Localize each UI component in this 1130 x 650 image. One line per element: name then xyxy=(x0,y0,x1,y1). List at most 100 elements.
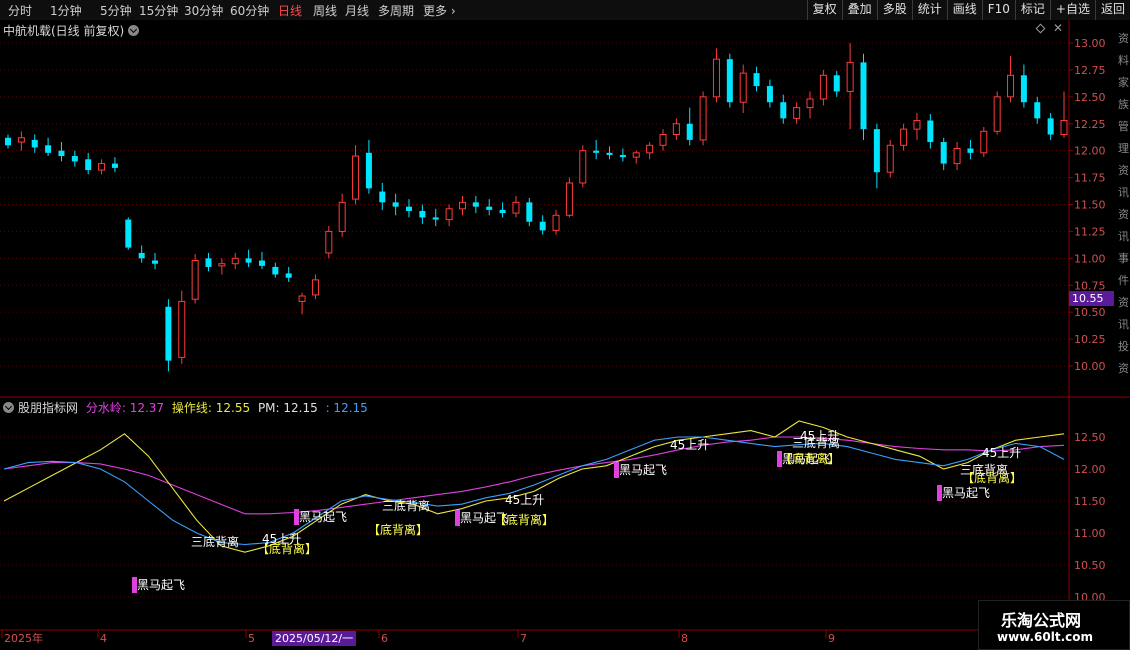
price-axis-label: 10.25 xyxy=(1074,333,1106,346)
candle-body xyxy=(512,201,520,214)
candle-body xyxy=(632,152,640,158)
candle-body xyxy=(272,266,279,275)
candle-body xyxy=(58,150,65,157)
candle-body xyxy=(873,129,880,173)
indicator-axis-label: 10.50 xyxy=(1074,559,1106,572)
side-info-panel[interactable]: 资料家族管理资讯资讯事件资讯投资 xyxy=(1118,28,1130,380)
candle-body xyxy=(659,134,667,146)
candle-body xyxy=(71,156,78,162)
legend-blue-line: : 12.15 xyxy=(325,401,368,415)
candle-body xyxy=(365,152,372,189)
indicator-axis-label: 12.50 xyxy=(1074,431,1106,444)
candle-body xyxy=(1047,118,1054,135)
watermark: 乐淘公式网 www.60lt.com xyxy=(978,600,1130,650)
tab-daily[interactable]: 日线 xyxy=(278,2,302,19)
signal-heima: 黑马起飞 xyxy=(137,578,185,592)
candle-body xyxy=(806,98,814,109)
signal-rise: 45上升 xyxy=(505,493,544,507)
legend-watershed: 分水岭: 12.37 xyxy=(85,401,165,415)
candle-body xyxy=(311,279,319,296)
tab-timeshare[interactable]: 分时 xyxy=(8,2,32,19)
candle-body xyxy=(432,217,439,220)
candle-body xyxy=(1034,102,1041,119)
candle-body xyxy=(793,107,801,119)
add-watchlist-button[interactable]: +自选 xyxy=(1049,0,1095,20)
candle-body xyxy=(753,73,760,87)
tab-5min[interactable]: 5分钟 xyxy=(100,2,132,19)
candle-body xyxy=(833,75,840,92)
candle-body xyxy=(338,201,346,232)
close-icon[interactable]: ✕ xyxy=(1053,21,1063,35)
f10-button[interactable]: F10 xyxy=(981,0,1015,20)
tab-60min[interactable]: 60分钟 xyxy=(230,2,269,19)
tab-15min[interactable]: 15分钟 xyxy=(139,2,178,19)
candle-body xyxy=(352,155,360,200)
candlestick-series xyxy=(5,43,1068,372)
indicator-axis-label: 11.50 xyxy=(1074,495,1106,508)
candle-body xyxy=(565,182,573,216)
candle-body xyxy=(1007,74,1015,98)
mark-button[interactable]: 标记 xyxy=(1014,0,1050,20)
tab-more[interactable]: 更多 › xyxy=(423,2,456,19)
candle-body xyxy=(17,137,25,143)
candle-body xyxy=(85,159,92,171)
signal-sandi: 三底背离 xyxy=(191,534,239,549)
chart-title[interactable]: 中航机载(日线 前复权) xyxy=(3,22,140,39)
tab-30min[interactable]: 30分钟 xyxy=(184,2,223,19)
tab-1min[interactable]: 1分钟 xyxy=(50,2,82,19)
candle-body xyxy=(819,74,827,100)
price-axis-label: 12.50 xyxy=(1074,91,1106,104)
candle-body xyxy=(258,260,265,266)
date-axis-label: 5 xyxy=(248,632,255,645)
candle-body xyxy=(45,145,52,153)
current-price-tag: 10.55 xyxy=(1069,291,1114,306)
crosshair-date: 2025/05/12/一 xyxy=(272,631,357,646)
draw-line-button[interactable]: 画线 xyxy=(946,0,982,20)
candle-body xyxy=(606,152,613,155)
candle-body xyxy=(1060,120,1068,136)
candle-body xyxy=(967,148,974,153)
candle-body xyxy=(552,214,560,231)
chevron-down-icon[interactable] xyxy=(3,402,14,413)
indicator-line-2 xyxy=(3,436,1065,546)
candle-body xyxy=(940,142,947,164)
price-axis-label: 10.00 xyxy=(1074,360,1106,373)
price-axis-label: 12.25 xyxy=(1074,118,1106,131)
indicator-axis-label: 11.00 xyxy=(1074,527,1106,540)
statistics-button[interactable]: 统计 xyxy=(911,0,947,20)
candle-body xyxy=(712,58,720,98)
legend-pm: PM: 12.15 xyxy=(257,401,318,415)
signal-heima: 黑马起飞 xyxy=(619,463,667,477)
signal-heima: 黑马起飞 xyxy=(299,510,347,524)
date-axis-label: 7 xyxy=(520,632,527,645)
timeframe-toolbar: 分时 1分钟 5分钟 15分钟 30分钟 60分钟 日线 周线 月线 多周期 更… xyxy=(0,0,1130,20)
signal-rise: 45上升 xyxy=(982,446,1021,460)
candle-body xyxy=(191,259,199,300)
overlay-button[interactable]: 叠加 xyxy=(841,0,877,20)
date-axis-label: 4 xyxy=(100,632,107,645)
price-axis-label: 13.00 xyxy=(1074,37,1106,50)
candle-body xyxy=(766,86,773,103)
chevron-right-icon: › xyxy=(447,4,456,18)
date-axis-label: 8 xyxy=(681,632,688,645)
indicator-legend[interactable]: 股朋指标网 分水岭: 12.37 操作线: 12.55 PM: 12.15 : … xyxy=(3,399,372,416)
candle-body xyxy=(178,300,186,358)
price-axis-label: 11.50 xyxy=(1074,199,1106,212)
candle-body xyxy=(993,96,1001,132)
tab-monthly[interactable]: 月线 xyxy=(345,2,369,19)
candle-body xyxy=(846,61,854,92)
candle-body xyxy=(472,202,479,207)
candle-body xyxy=(379,191,386,203)
price-axis-label: 10.50 xyxy=(1074,306,1106,319)
candle-body xyxy=(165,306,172,361)
tab-multi-period[interactable]: 多周期 xyxy=(378,2,414,19)
signal-dibeili: 【底背离】 xyxy=(494,512,554,527)
adjust-button[interactable]: 复权 xyxy=(806,0,842,20)
candle-body xyxy=(419,210,426,218)
candle-body xyxy=(980,130,988,154)
candle-body xyxy=(739,72,747,103)
tab-weekly[interactable]: 周线 xyxy=(313,2,337,19)
back-button[interactable]: 返回 xyxy=(1094,0,1130,20)
multi-stock-button[interactable]: 多股 xyxy=(876,0,912,20)
chevron-down-icon[interactable] xyxy=(128,25,140,36)
